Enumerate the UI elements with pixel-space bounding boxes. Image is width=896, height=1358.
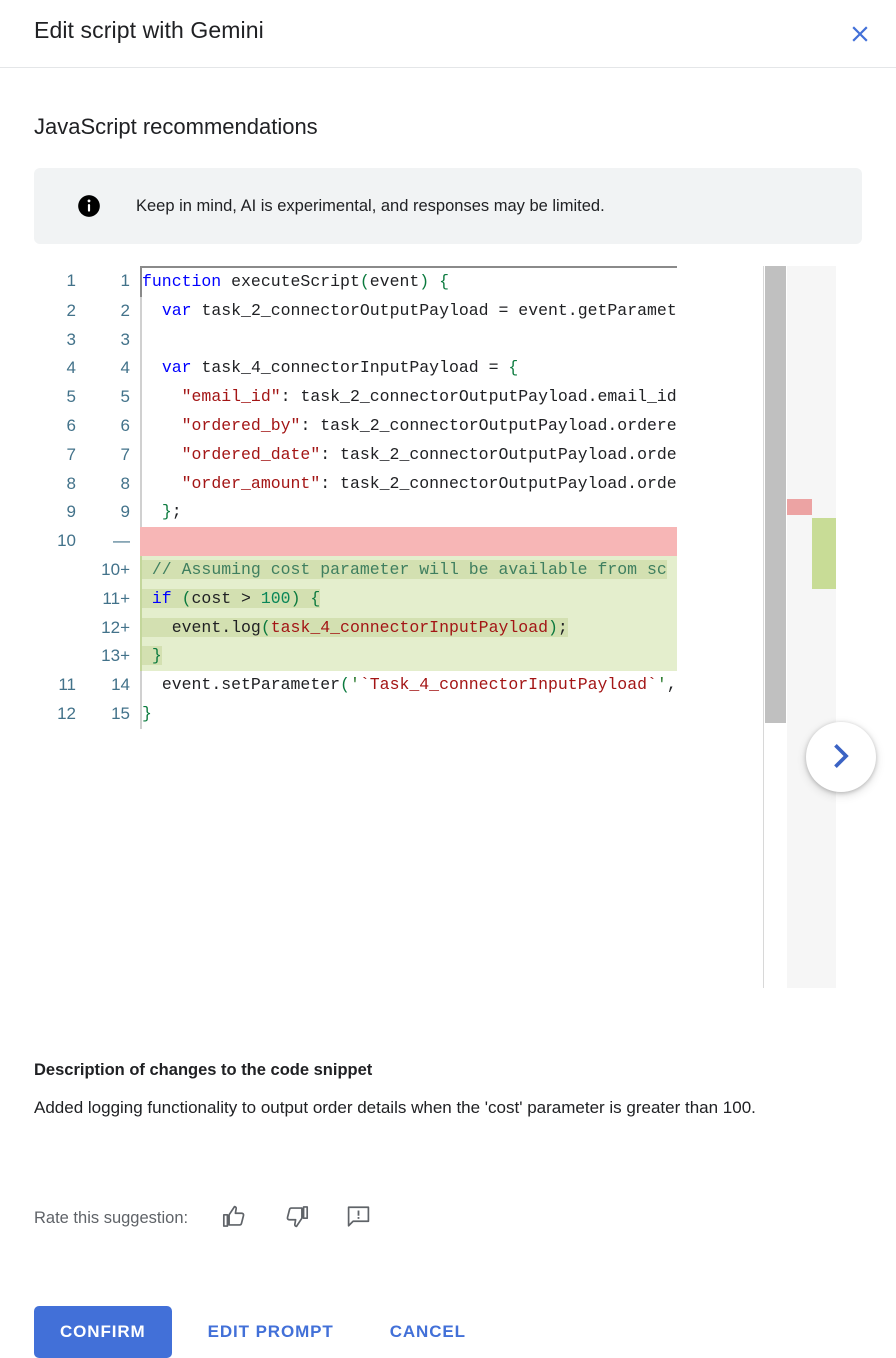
table-row: 7 7 "ordered_date": task_2_connectorOutp… (34, 441, 677, 470)
gutter-old-line-number (34, 614, 76, 643)
dialog-title: Edit script with Gemini (34, 17, 264, 44)
gutter-old-line-number: 9 (34, 498, 76, 527)
ai-disclaimer-text: Keep in mind, AI is experimental, and re… (136, 197, 605, 216)
gutter-new-line-number: 14 (76, 671, 141, 700)
section-title: JavaScript recommendations (34, 114, 318, 140)
code-line[interactable]: var task_2_connectorOutputPayload = even… (141, 297, 677, 326)
code-line[interactable]: } (141, 700, 677, 729)
gutter-new-line-number: 5 (76, 383, 141, 412)
gutter-old-line-number: 12 (34, 700, 76, 729)
gutter-new-line-number: 9 (76, 498, 141, 527)
minimap-deleted-marker (787, 499, 812, 515)
ai-disclaimer-banner: Keep in mind, AI is experimental, and re… (34, 168, 862, 244)
thumb-up-icon (221, 1203, 248, 1233)
gutter-new-line-number: 7 (76, 441, 141, 470)
gutter-new-line-number: 6 (76, 412, 141, 441)
code-diff-scroll-region[interactable]: 1 1 function executeScript(event) { 2 2 … (34, 266, 765, 988)
gutter-new-line-number: 4 (76, 354, 141, 383)
description-heading: Description of changes to the code snipp… (34, 1061, 372, 1080)
gutter-old-line-number: 11 (34, 671, 76, 700)
code-diff-table: 1 1 function executeScript(event) { 2 2 … (34, 266, 677, 729)
code-line[interactable]: event.log(task_4_connectorInputPayload); (141, 614, 677, 643)
thumb-up-button[interactable] (214, 1198, 254, 1238)
gutter-old-line-number (34, 556, 76, 585)
minimap-added-marker (812, 518, 836, 589)
cancel-button[interactable]: CANCEL (370, 1306, 486, 1358)
code-diff-viewer[interactable]: 1 1 function executeScript(event) { 2 2 … (34, 266, 836, 988)
table-row-added: 13+ } (34, 642, 677, 671)
table-row: 6 6 "ordered_by": task_2_connectorOutput… (34, 412, 677, 441)
table-row: 3 3 (34, 326, 677, 355)
report-feedback-icon (345, 1203, 372, 1233)
gutter-old-line-number: 8 (34, 470, 76, 499)
gutter-new-line-number: 12+ (76, 614, 141, 643)
gutter-old-line-number: 7 (34, 441, 76, 470)
gutter-old-line-number: 2 (34, 297, 76, 326)
gutter-old-line-number: 5 (34, 383, 76, 412)
code-line[interactable]: event.setParameter('`Task_4_connectorInp… (141, 671, 677, 700)
thumb-down-button[interactable] (276, 1198, 316, 1238)
code-line[interactable]: "order_amount": task_2_connectorOutputPa… (141, 470, 677, 499)
table-row-added: 11+ if (cost > 100) { (34, 585, 677, 614)
close-button[interactable] (836, 10, 884, 58)
thumb-down-icon (283, 1203, 310, 1233)
code-line[interactable]: "email_id": task_2_connectorOutputPayloa… (141, 383, 677, 412)
code-line[interactable]: "ordered_date": task_2_connectorOutputPa… (141, 441, 677, 470)
table-row: 9 9 }; (34, 498, 677, 527)
table-row: 8 8 "order_amount": task_2_connectorOutp… (34, 470, 677, 499)
gutter-new-line-number: 1 (76, 267, 141, 297)
gutter-new-line-number: 15 (76, 700, 141, 729)
code-line[interactable]: var task_4_connectorInputPayload = { (141, 354, 677, 383)
code-line[interactable]: }; (141, 498, 677, 527)
dialog-actions: CONFIRM EDIT PROMPT CANCEL (34, 1306, 486, 1358)
gutter-old-line-number: 1 (34, 267, 76, 297)
table-row: 5 5 "email_id": task_2_connectorOutputPa… (34, 383, 677, 412)
code-vertical-scrollbar-track (763, 266, 764, 988)
edit-prompt-button[interactable]: EDIT PROMPT (188, 1306, 354, 1358)
code-line[interactable]: if (cost > 100) { (141, 585, 677, 614)
gutter-old-line-number: 4 (34, 354, 76, 383)
code-line[interactable] (141, 527, 677, 556)
rating-row: Rate this suggestion: (34, 1198, 400, 1238)
gutter-old-line-number (34, 642, 76, 671)
table-row: 12 15 } (34, 700, 677, 729)
info-icon (76, 193, 102, 219)
report-feedback-button[interactable] (338, 1198, 378, 1238)
confirm-button[interactable]: CONFIRM (34, 1306, 172, 1358)
table-row: 4 4 var task_4_connectorInputPayload = { (34, 354, 677, 383)
code-line[interactable]: } (141, 642, 677, 671)
gutter-old-line-number (34, 585, 76, 614)
description-text: Added logging functionality to output or… (34, 1092, 846, 1124)
table-row-deleted: 10 — (34, 527, 677, 556)
table-row-added: 10+ // Assuming cost parameter will be a… (34, 556, 677, 585)
gutter-new-line-number: 13+ (76, 642, 141, 671)
dialog-header: Edit script with Gemini (0, 0, 896, 68)
gutter-new-line-number: 10+ (76, 556, 141, 585)
code-line[interactable]: // Assuming cost parameter will be avail… (141, 556, 677, 585)
code-minimap[interactable] (787, 266, 836, 988)
code-line[interactable]: function executeScript(event) { (141, 267, 677, 297)
table-row: 11 14 event.setParameter('`Task_4_connec… (34, 671, 677, 700)
gutter-old-line-number: 10 (34, 527, 76, 556)
table-row: 2 2 var task_2_connectorOutputPayload = … (34, 297, 677, 326)
gutter-new-line-number: — (76, 527, 141, 556)
rating-label: Rate this suggestion: (34, 1209, 188, 1228)
gutter-new-line-number: 11+ (76, 585, 141, 614)
gutter-old-line-number: 3 (34, 326, 76, 355)
gutter-new-line-number: 2 (76, 297, 141, 326)
code-line[interactable]: "ordered_by": task_2_connectorOutputPayl… (141, 412, 677, 441)
gutter-old-line-number: 6 (34, 412, 76, 441)
close-icon (847, 21, 873, 47)
table-row: 1 1 function executeScript(event) { (34, 267, 677, 297)
code-vertical-scrollbar-thumb[interactable] (765, 266, 786, 723)
code-line[interactable] (141, 326, 677, 355)
gutter-new-line-number: 8 (76, 470, 141, 499)
table-row-added: 12+ event.log(task_4_connectorInputPaylo… (34, 614, 677, 643)
chevron-right-icon (824, 739, 858, 776)
gutter-new-line-number: 3 (76, 326, 141, 355)
next-suggestion-button[interactable] (806, 722, 876, 792)
